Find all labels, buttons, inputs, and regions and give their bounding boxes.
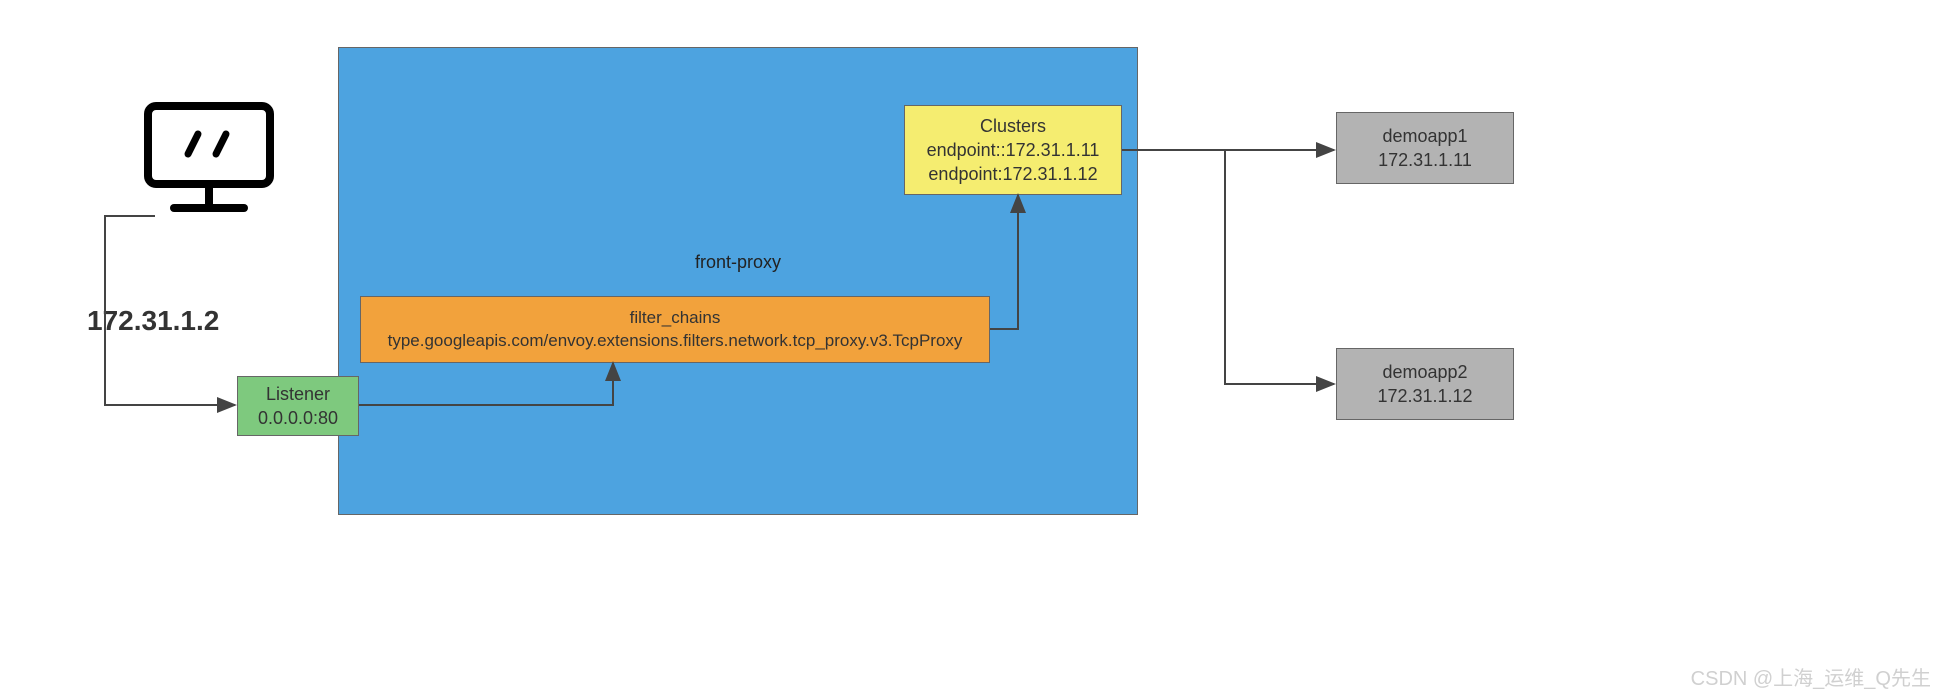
demoapp2-box: demoapp2 172.31.1.12 — [1336, 348, 1514, 420]
demoapp1-box: demoapp1 172.31.1.11 — [1336, 112, 1514, 184]
client-ip-label: 172.31.1.2 — [87, 305, 219, 337]
monitor-icon — [144, 102, 274, 216]
listener-box: Listener 0.0.0.0:80 — [237, 376, 359, 436]
front-proxy-label: front-proxy — [695, 250, 781, 274]
demoapp2-ip: 172.31.1.12 — [1377, 384, 1472, 408]
demoapp1-ip: 172.31.1.11 — [1378, 148, 1472, 172]
listener-title: Listener — [266, 382, 330, 406]
clusters-endpoint1: endpoint::172.31.1.11 — [927, 138, 1100, 162]
clusters-box: Clusters endpoint::172.31.1.11 endpoint:… — [904, 105, 1122, 195]
filter-chains-box: filter_chains type.googleapis.com/envoy.… — [360, 296, 990, 363]
clusters-endpoint2: endpoint:172.31.1.12 — [928, 162, 1097, 186]
watermark: CSDN @上海_运维_Q先生 — [1691, 662, 1931, 691]
clusters-title: Clusters — [980, 114, 1046, 138]
demoapp2-name: demoapp2 — [1382, 360, 1467, 384]
listener-addr: 0.0.0.0:80 — [258, 406, 338, 430]
demoapp1-name: demoapp1 — [1382, 124, 1467, 148]
filter-chains-type: type.googleapis.com/envoy.extensions.fil… — [388, 330, 963, 353]
filter-chains-title: filter_chains — [630, 307, 721, 330]
